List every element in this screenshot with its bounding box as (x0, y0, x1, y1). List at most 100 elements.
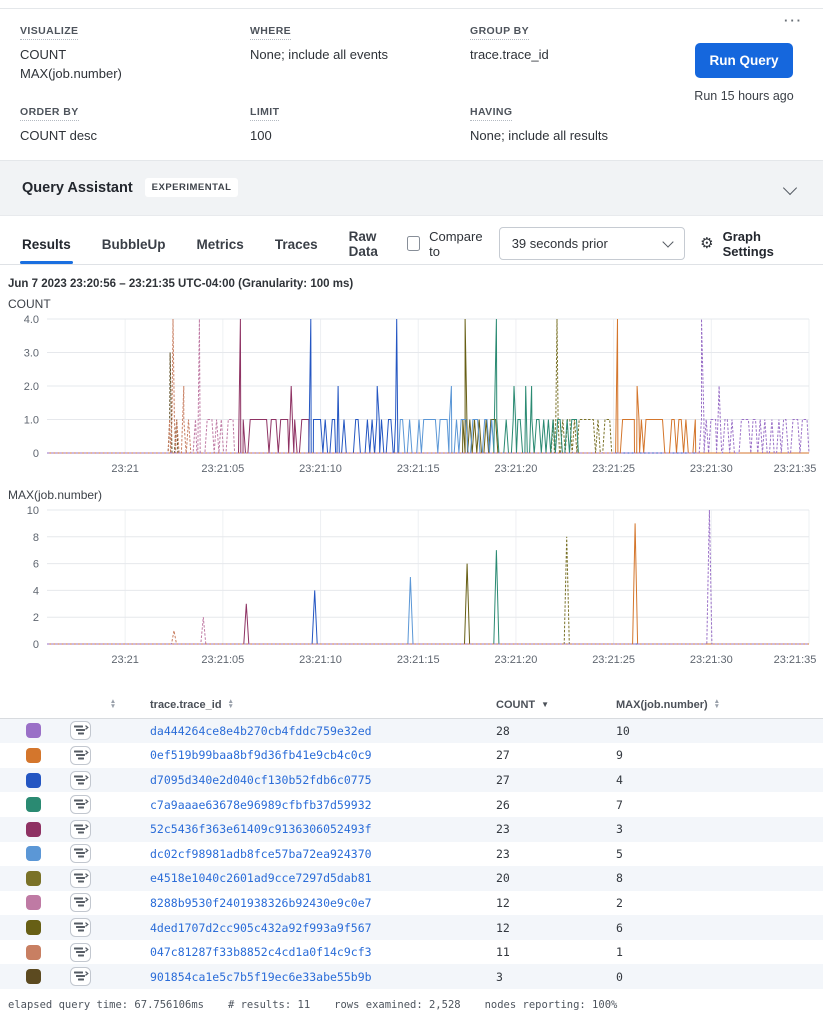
tab-list: Results BubbleUp Metrics Traces Raw Data (20, 217, 407, 270)
svg-text:23:21:35: 23:21:35 (774, 654, 817, 666)
time-range-header: Jun 7 2023 23:20:56 – 23:21:35 UTC-04:00… (8, 278, 803, 290)
svg-text:23:21:05: 23:21:05 (201, 463, 244, 475)
chevron-down-icon[interactable] (783, 180, 797, 194)
open-trace-button[interactable] (70, 820, 150, 839)
table-row: d7095d340e2d040cf130b52fdb6c0775 27 4 (0, 768, 823, 793)
tab-metrics[interactable]: Metrics (195, 225, 246, 263)
open-trace-button[interactable] (70, 967, 150, 986)
trace-id-link[interactable]: 8288b9530f2401938326b92430e9c0e7 (150, 896, 496, 910)
svg-text:23:21:25: 23:21:25 (592, 654, 635, 666)
count-cell: 12 (496, 896, 616, 910)
gear-icon[interactable]: ⚙ (700, 236, 713, 251)
having-value: None; include all results (470, 127, 685, 146)
max-cell: 2 (616, 896, 803, 910)
compare-range-select[interactable]: 39 seconds prior (499, 227, 685, 260)
run-query-area: Run Query Run 15 hours ago (685, 21, 803, 146)
trace-id-link[interactable]: c7a9aaae63678e96989cfbfb37d59932 (150, 798, 496, 812)
run-query-button[interactable]: Run Query (695, 43, 792, 78)
max-cell: 0 (616, 970, 803, 984)
open-trace-button[interactable] (70, 893, 150, 912)
count-cell: 27 (496, 748, 616, 762)
max-cell: 10 (616, 724, 803, 738)
svg-text:23:21:15: 23:21:15 (397, 654, 440, 666)
chevron-down-icon (662, 236, 673, 247)
open-trace-button[interactable] (70, 721, 150, 740)
open-trace-button[interactable] (70, 844, 150, 863)
max-cell: 9 (616, 748, 803, 762)
series-color-swatch (26, 945, 41, 960)
series-line (47, 550, 809, 644)
open-trace-button[interactable] (70, 746, 150, 765)
col-trace-id-header[interactable]: trace.trace_id (150, 699, 222, 711)
count-cell: 12 (496, 921, 616, 935)
results-tab-bar: ResultsBubbleUpMetricsTracesRaw Data Com… (0, 224, 823, 265)
having-field[interactable]: HAVING None; include all results (470, 102, 685, 146)
svg-text:4: 4 (33, 585, 39, 597)
svg-text:23:21:15: 23:21:15 (397, 463, 440, 475)
trace-id-link[interactable]: 0ef519b99baa8bf9d36fb41e9cb4c0c9 (150, 748, 496, 762)
trace-id-link[interactable]: 901854ca1e5c7b5f19ec6e33abe55b9b (150, 970, 496, 984)
series-color-swatch (26, 969, 41, 984)
open-trace-button[interactable] (70, 795, 150, 814)
series-line (47, 510, 809, 644)
where-field[interactable]: WHERE None; include all events (250, 21, 470, 84)
svg-text:8: 8 (33, 531, 39, 543)
series-line (47, 603, 809, 643)
count-chart[interactable]: 01.02.03.04.023:2123:21:0523:21:1023:21:… (0, 311, 823, 481)
limit-field[interactable]: LIMIT 100 (250, 102, 470, 146)
open-trace-button[interactable] (70, 869, 150, 888)
tab-raw-data[interactable]: Raw Data (347, 217, 380, 270)
trace-id-link[interactable]: da444264ce8e4b270cb4fddc759e32ed (150, 724, 496, 738)
count-cell: 26 (496, 798, 616, 812)
sort-icon[interactable]: ▲▼ (110, 700, 116, 709)
tab-traces[interactable]: Traces (273, 225, 320, 263)
trace-id-link[interactable]: e4518e1040c2601ad9cce7297d5dab81 (150, 871, 496, 885)
limit-value: 100 (250, 127, 470, 146)
series-color-swatch (26, 723, 41, 738)
results-table: ▲▼ trace.trace_id ▲▼ COUNT ▼ MAX(job.num… (0, 692, 823, 990)
tab-bubbleup[interactable]: BubbleUp (100, 225, 168, 263)
sort-icon[interactable]: ▲▼ (714, 700, 720, 709)
query-assistant-bar: Query Assistant EXPERIMENTAL (0, 161, 823, 216)
tab-bar-controls: Compare to 39 seconds prior ⚙ Graph Sett… (407, 227, 803, 260)
graph-settings-button[interactable]: Graph Settings (723, 229, 803, 259)
count-cell: 3 (496, 970, 616, 984)
open-trace-button[interactable] (70, 918, 150, 937)
max-cell: 7 (616, 798, 803, 812)
series-color-swatch (26, 748, 41, 763)
open-trace-button[interactable] (70, 943, 150, 962)
group-by-field[interactable]: GROUP BY trace.trace_id (470, 21, 685, 84)
table-row: 4ded1707d2cc905c432a92f993a9f567 12 6 (0, 915, 823, 940)
count-cell: 28 (496, 724, 616, 738)
trace-id-link[interactable]: 4ded1707d2cc905c432a92f993a9f567 (150, 921, 496, 935)
svg-text:23:21:35: 23:21:35 (774, 463, 817, 475)
svg-text:2: 2 (33, 612, 39, 624)
compare-to-checkbox[interactable] (407, 236, 420, 251)
open-trace-button[interactable] (70, 771, 150, 790)
overflow-menu-icon[interactable]: ··· (784, 13, 803, 28)
order-by-value: COUNT desc (20, 127, 250, 146)
compare-to-label: Compare to (429, 229, 488, 259)
table-row: 047c81287f33b8852c4cd1a0f14c9cf3 11 1 (0, 940, 823, 965)
trace-id-link[interactable]: 52c5436f363e61409c9136306052493f (150, 822, 496, 836)
table-row: da444264ce8e4b270cb4fddc759e32ed 28 10 (0, 719, 823, 744)
table-row: 901854ca1e5c7b5f19ec6e33abe55b9b 3 0 (0, 964, 823, 989)
max-chart[interactable]: 024681023:2123:21:0523:21:1023:21:1523:2… (0, 502, 823, 672)
order-by-field[interactable]: ORDER BY COUNT desc (20, 102, 250, 146)
max-cell: 5 (616, 847, 803, 861)
col-count-header[interactable]: COUNT (496, 699, 535, 711)
sort-icon[interactable]: ▲▼ (228, 700, 234, 709)
visualize-label: VISUALIZE (20, 25, 78, 40)
where-value: None; include all events (250, 46, 470, 65)
svg-text:0: 0 (33, 448, 39, 460)
tab-results[interactable]: Results (20, 225, 73, 263)
trace-id-link[interactable]: d7095d340e2d040cf130b52fdb6c0775 (150, 773, 496, 787)
table-body: da444264ce8e4b270cb4fddc759e32ed 28 10 0… (0, 719, 823, 990)
col-max-header[interactable]: MAX(job.number) (616, 699, 708, 711)
sort-desc-icon[interactable]: ▼ (541, 700, 549, 709)
visualize-field[interactable]: VISUALIZE COUNT MAX(job.number) (20, 21, 250, 84)
series-color-swatch (26, 773, 41, 788)
trace-id-link[interactable]: dc02cf98981adb8fce57ba72ea924370 (150, 847, 496, 861)
series-color-swatch (26, 797, 41, 812)
trace-id-link[interactable]: 047c81287f33b8852c4cd1a0f14c9cf3 (150, 945, 496, 959)
